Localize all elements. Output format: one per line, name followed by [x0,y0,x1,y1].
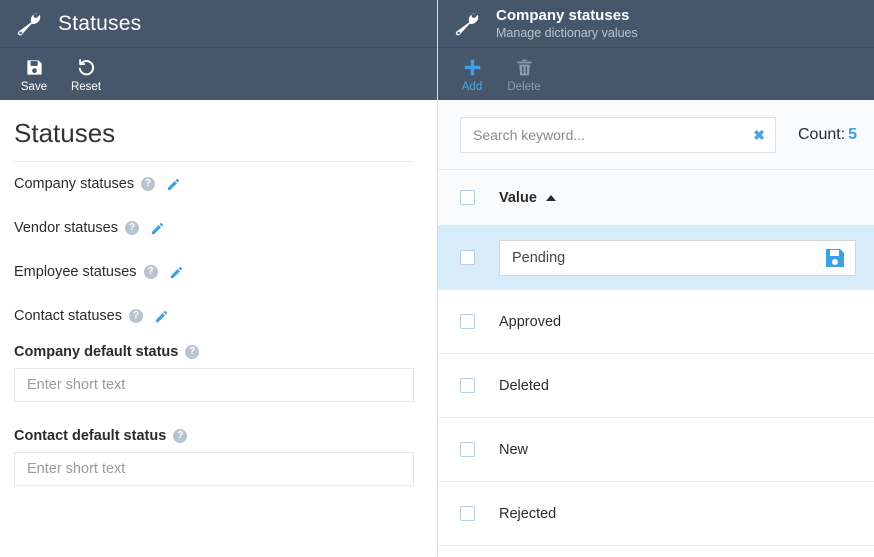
help-icon[interactable]: ? [129,309,143,323]
row-checkbox[interactable] [460,250,475,265]
trash-icon [515,56,534,78]
row-edit-wrapper [499,239,856,276]
field-label-text: Company default status [14,344,179,360]
search-input[interactable] [461,117,775,152]
company-default-status-input[interactable] [14,368,414,402]
field-label: Contact default status ? [14,428,415,444]
floppy-disk-icon[interactable] [823,246,847,270]
wrench-icon [14,9,44,39]
help-icon[interactable]: ? [125,221,139,235]
help-icon[interactable]: ? [185,345,200,359]
right-panel-subtitle: Manage dictionary values [496,26,638,40]
search-bar: ✖ Count:5 [438,100,874,170]
plus-icon [462,56,483,78]
add-button-label: Add [461,81,483,93]
left-panel-title: Statuses [58,11,142,35]
count-value: 5 [848,125,858,143]
floppy-disk-icon [25,56,44,78]
count-label-text: Count: [798,125,846,143]
row-checkbox[interactable] [460,378,475,393]
row-checkbox[interactable] [460,442,475,457]
pencil-icon[interactable] [166,177,181,192]
status-row-label: Contact statuses [14,308,122,324]
row-value: Approved [499,313,562,330]
delete-button-label: Delete [507,81,541,93]
right-toolbar: Add Delete [438,48,874,100]
contact-default-status-group: Contact default status ? [14,428,415,486]
row-value: Deleted [499,377,549,394]
search-field-wrapper: ✖ [460,116,776,153]
status-row-label: Vendor statuses [14,220,118,236]
table-row[interactable]: Deleted [438,354,874,418]
company-default-status-group: Company default status ? [14,344,415,402]
table-row[interactable]: Rejected [438,482,874,546]
left-form: Statuses Company statuses ? Vendor statu… [0,100,437,486]
row-value: New [499,441,529,458]
caret-up-icon [545,194,556,201]
clear-x-icon[interactable]: ✖ [753,128,765,142]
right-panel-header: Company statuses Manage dictionary value… [438,0,874,48]
right-panel-title: Company statuses [496,7,630,24]
field-label-text: Contact default status [14,428,167,444]
statuses-settings-screen: Statuses Save Reset Statuses Company sta… [0,0,874,557]
left-toolbar: Save Reset [0,48,437,100]
reset-button-label: Reset [70,81,102,93]
pencil-icon[interactable] [169,265,184,280]
row-checkbox[interactable] [460,506,475,521]
undo-arrow-icon [76,56,96,78]
row-value-input[interactable] [500,240,855,275]
help-icon[interactable]: ? [173,429,188,443]
row-checkbox[interactable] [460,314,475,329]
table-row[interactable]: Approved [438,290,874,354]
column-header-label: Value [499,189,537,206]
add-button[interactable]: Add [446,54,498,98]
column-header-value[interactable]: Value [499,190,556,206]
field-label: Company default status ? [14,344,415,360]
status-row-company: Company statuses ? [14,162,415,206]
page-title: Statuses [14,118,116,148]
save-button[interactable]: Save [8,54,60,98]
table-row[interactable] [438,226,874,290]
count-label: Count: 5 [798,126,857,144]
status-row-label: Company statuses [14,176,135,192]
field-spacer [14,402,415,422]
contact-default-status-input[interactable] [14,452,414,486]
table-row[interactable]: New [438,418,874,482]
help-icon[interactable]: ? [143,265,158,279]
wrench-icon [452,9,482,39]
delete-button: Delete [498,54,550,98]
grid-header-row: Value [438,170,874,226]
status-row-employee: Employee statuses ? [14,250,415,294]
left-panel-header: Statuses [0,0,437,48]
row-value: Rejected [499,505,557,522]
reset-button[interactable]: Reset [60,54,112,98]
left-panel: Statuses Save Reset Statuses Company sta… [0,0,437,557]
status-row-label: Employee statuses [14,264,137,280]
save-button-label: Save [20,81,48,93]
status-row-vendor: Vendor statuses ? [14,206,415,250]
select-all-checkbox[interactable] [460,190,475,205]
help-icon[interactable]: ? [141,177,156,191]
pencil-icon[interactable] [154,309,169,324]
status-row-contact: Contact statuses ? [14,294,415,338]
right-panel: Company statuses Manage dictionary value… [437,0,874,557]
pencil-icon[interactable] [150,221,165,236]
